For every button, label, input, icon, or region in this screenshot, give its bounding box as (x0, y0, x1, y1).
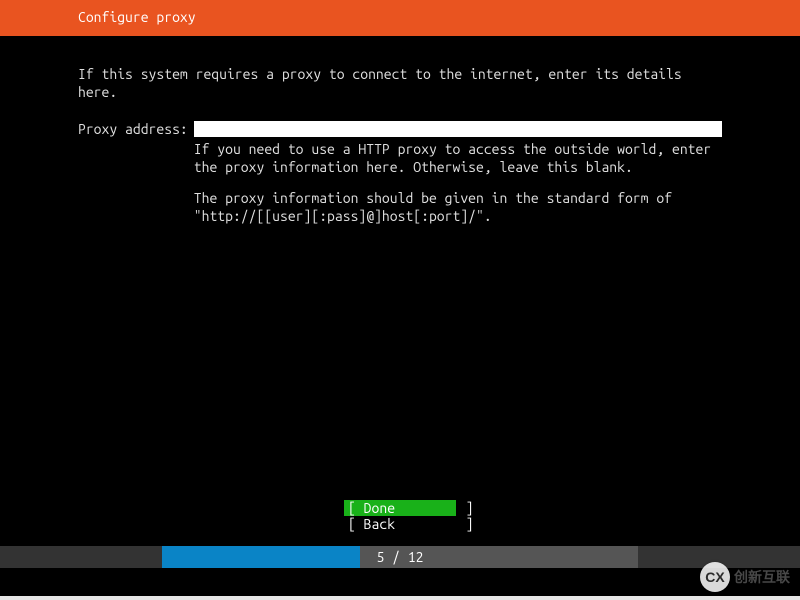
page-title: Configure proxy (78, 9, 196, 25)
proxy-field-row: Proxy address: If you need to use a HTTP… (78, 121, 722, 239)
done-button[interactable]: [ Done ] (344, 500, 456, 516)
progress-text: 5 / 12 (0, 546, 800, 568)
watermark-badge-icon: CX (700, 562, 730, 592)
proxy-help-1: If you need to use a HTTP proxy to acces… (194, 141, 722, 176)
button-area: [ Done ] [ Back ] (0, 500, 800, 532)
content-area: If this system requires a proxy to conne… (0, 36, 800, 239)
proxy-address-input[interactable] (194, 121, 722, 137)
instruction-text: If this system requires a proxy to conne… (78, 66, 722, 101)
proxy-label: Proxy address: (78, 121, 188, 137)
watermark: CX 创新互联 (700, 562, 790, 592)
installer-screen: Configure proxy If this system requires … (0, 0, 800, 596)
header-bar: Configure proxy (0, 0, 800, 36)
back-button[interactable]: [ Back ] (344, 516, 456, 532)
watermark-text: 创新互联 (734, 567, 790, 587)
proxy-help-2: The proxy information should be given in… (194, 190, 722, 225)
progress-bar: 5 / 12 (0, 546, 800, 568)
proxy-field-column: If you need to use a HTTP proxy to acces… (194, 121, 722, 239)
